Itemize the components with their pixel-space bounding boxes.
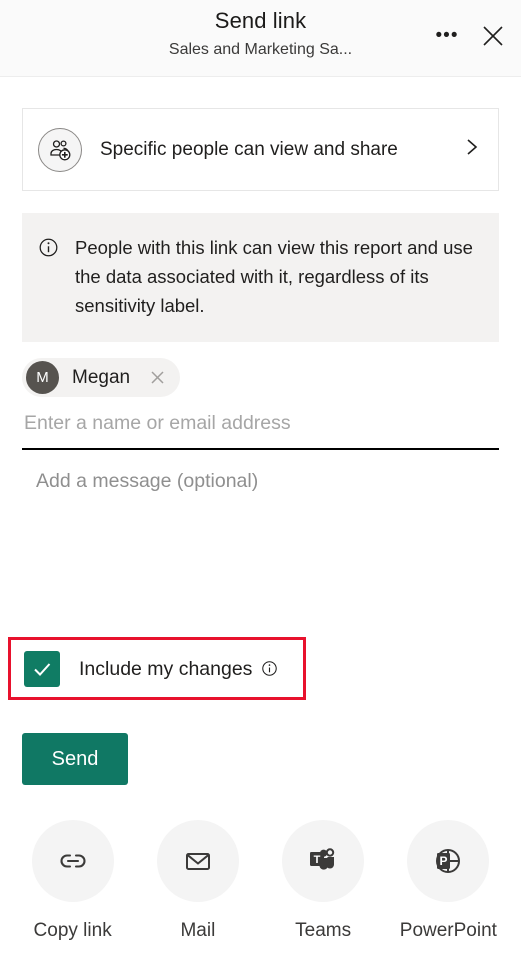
powerpoint-action[interactable]: P PowerPoint xyxy=(398,820,498,943)
mail-label: Mail xyxy=(180,920,216,941)
close-icon xyxy=(151,371,164,384)
teams-action[interactable]: T Teams xyxy=(273,820,373,943)
teams-icon-container: T xyxy=(282,820,365,902)
include-changes-highlight: Include my changes xyxy=(8,637,306,700)
teams-label: Teams xyxy=(295,920,352,941)
share-actions: Copy link Mail T Teams P PowerPoint xyxy=(0,820,521,943)
recipient-name: Megan xyxy=(72,366,131,388)
permission-row[interactable]: Specific people can view and share xyxy=(22,108,499,191)
info-banner-text: People with this link can view this repo… xyxy=(75,237,473,316)
close-icon xyxy=(483,26,503,46)
send-link-dialog: Send link Sales and Marketing Sa... ••• xyxy=(0,0,521,970)
message-input[interactable] xyxy=(36,468,499,578)
mail-action[interactable]: Mail xyxy=(148,820,248,943)
message-section xyxy=(0,450,521,583)
powerpoint-icon-container: P xyxy=(407,820,490,902)
permission-section: Specific people can view and share xyxy=(0,77,521,191)
send-section: Send xyxy=(22,733,128,785)
people-add-icon-container xyxy=(38,127,82,172)
remove-recipient-button[interactable] xyxy=(144,365,170,391)
chevron-right-icon xyxy=(464,136,480,163)
envelope-icon-container xyxy=(156,820,239,902)
checkmark-icon xyxy=(34,662,51,676)
recipient-pill[interactable]: M Megan xyxy=(22,358,181,397)
powerpoint-label: PowerPoint xyxy=(399,920,497,941)
permission-label: Specific people can view and share xyxy=(100,138,398,160)
info-icon xyxy=(38,237,59,320)
dialog-header: Send link Sales and Marketing Sa... ••• xyxy=(0,0,521,77)
ellipsis-icon: ••• xyxy=(435,25,459,46)
avatar: M xyxy=(26,361,59,394)
people-add-icon xyxy=(50,139,71,160)
svg-text:P: P xyxy=(440,854,448,868)
link-icon-container xyxy=(31,820,114,902)
svg-text:T: T xyxy=(314,854,321,866)
header-actions: ••• xyxy=(429,18,511,54)
info-banner-section: People with this link can view this repo… xyxy=(0,191,521,342)
powerpoint-icon: P xyxy=(436,849,461,873)
send-button[interactable]: Send xyxy=(22,733,128,785)
copy-link-action[interactable]: Copy link xyxy=(23,820,123,943)
link-icon xyxy=(60,854,86,868)
copy-link-label: Copy link xyxy=(33,920,112,941)
recipient-input[interactable] xyxy=(22,408,499,440)
info-banner: People with this link can view this repo… xyxy=(22,213,499,342)
envelope-icon xyxy=(185,853,210,870)
include-changes-label: Include my changes xyxy=(79,657,253,680)
info-icon[interactable] xyxy=(261,660,278,677)
include-changes-checkbox[interactable] xyxy=(24,650,60,687)
recipients-section: M Megan xyxy=(0,342,521,450)
teams-icon: T xyxy=(310,848,335,870)
close-button[interactable] xyxy=(475,18,511,54)
name-input-container xyxy=(22,408,499,450)
more-options-button[interactable]: ••• xyxy=(429,18,465,54)
